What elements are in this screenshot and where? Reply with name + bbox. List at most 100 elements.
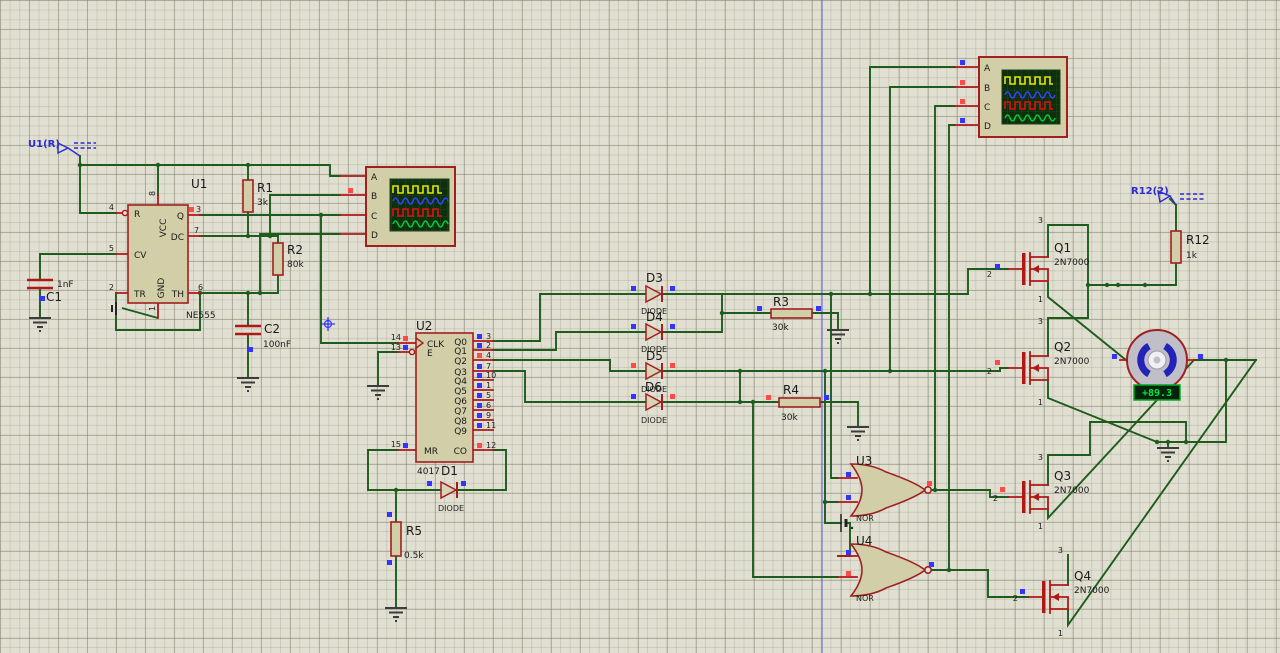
svg-text:U3: U3 <box>856 454 872 468</box>
probe-r12[interactable]: R12(2) <box>1131 186 1204 206</box>
svg-text:R12: R12 <box>1186 233 1210 247</box>
svg-text:100nF: 100nF <box>263 340 291 350</box>
svg-text:D: D <box>984 122 991 132</box>
oscilloscope-2[interactable]: A B C D <box>954 56 1068 138</box>
svg-text:NOR: NOR <box>856 514 874 523</box>
svg-text:3: 3 <box>1038 216 1043 225</box>
svg-text:1: 1 <box>1038 295 1043 304</box>
logic-state-square <box>189 207 194 212</box>
svg-text:R4: R4 <box>783 383 799 397</box>
resistor-r2[interactable]: R2 80k <box>272 242 304 276</box>
svg-text:TR: TR <box>133 290 146 300</box>
logic-state-square <box>40 296 45 301</box>
svg-text:B: B <box>371 192 377 202</box>
svg-text:GND: GND <box>157 278 167 299</box>
svg-text:D5: D5 <box>646 349 663 363</box>
svg-text:R2: R2 <box>287 243 303 257</box>
mosfet-q4[interactable]: Q4 2N7000 3 2 1 <box>1013 546 1110 638</box>
resistor-r12[interactable]: R12 1k <box>1170 230 1210 264</box>
svg-text:E: E <box>427 349 433 359</box>
svg-text:5: 5 <box>486 391 491 400</box>
svg-text:13: 13 <box>391 343 401 352</box>
svg-text:7: 7 <box>486 362 491 371</box>
svg-text:0.5k: 0.5k <box>404 551 424 561</box>
svg-text:3k: 3k <box>257 198 269 208</box>
svg-text:1k: 1k <box>1186 251 1198 261</box>
svg-text:1: 1 <box>1038 522 1043 531</box>
origin-marker-icon <box>321 317 335 331</box>
svg-text:7: 7 <box>194 226 199 235</box>
svg-text:Q2: Q2 <box>454 357 467 367</box>
svg-text:A: A <box>984 64 991 74</box>
svg-text:11: 11 <box>486 421 496 430</box>
resistor-r5[interactable]: R5 0.5k <box>387 512 424 565</box>
svg-text:R3: R3 <box>773 295 789 309</box>
svg-text:TH: TH <box>171 290 184 300</box>
mosfet-q3[interactable]: Q3 2N7000 3 2 1 <box>993 453 1090 531</box>
svg-text:1nF: 1nF <box>57 280 74 290</box>
svg-text:D1: D1 <box>441 464 458 478</box>
svg-text:4: 4 <box>109 203 114 212</box>
svg-text:14: 14 <box>391 333 401 342</box>
ic-u2-4017[interactable]: U2 4017 CLK E MR 14 13 15 Q0 Q1 Q2 Q3 Q4… <box>391 319 496 477</box>
svg-text:A: A <box>371 173 378 183</box>
probe-label: R12(2) <box>1131 186 1169 197</box>
svg-text:Q1: Q1 <box>1054 241 1071 255</box>
svg-text:2N7000: 2N7000 <box>1054 258 1090 268</box>
svg-text:Q5: Q5 <box>454 387 467 397</box>
logic-state-square <box>248 347 253 352</box>
resistor-r1[interactable]: R1 3k <box>242 179 273 213</box>
gate-u3-nor[interactable]: U3 NOR <box>837 454 932 523</box>
svg-text:4017: 4017 <box>417 467 440 477</box>
svg-text:4: 4 <box>486 351 491 360</box>
svg-text:1: 1 <box>148 306 157 311</box>
ground-symbols <box>29 317 1179 622</box>
svg-text:D6: D6 <box>645 380 662 394</box>
svg-text:DC: DC <box>171 233 184 243</box>
rpm-value: +89.3 <box>1142 388 1172 399</box>
logic-state-square <box>348 188 353 193</box>
svg-text:Q9: Q9 <box>454 427 467 437</box>
svg-text:6: 6 <box>486 401 491 410</box>
svg-text:Q1: Q1 <box>454 347 467 357</box>
logic-state-square <box>960 80 965 85</box>
svg-text:Q6: Q6 <box>454 397 467 407</box>
svg-text:C1: C1 <box>46 290 62 304</box>
svg-text:80k: 80k <box>287 260 304 270</box>
resistor-r4[interactable]: R4 30k <box>766 383 829 423</box>
svg-text:CO: CO <box>454 447 467 457</box>
resistor-r3[interactable]: R3 30k <box>757 295 821 333</box>
svg-text:9: 9 <box>486 411 491 420</box>
part-label: NE555 <box>186 311 216 321</box>
svg-text:2: 2 <box>486 341 491 350</box>
svg-text:R5: R5 <box>406 524 422 538</box>
mosfet-q1[interactable]: Q1 2N7000 3 2 1 <box>987 216 1090 304</box>
capacitor-c1[interactable]: 1nF C1 <box>27 278 74 304</box>
mosfet-q2[interactable]: Q2 2N7000 3 2 1 <box>987 317 1090 407</box>
probe-u1r[interactable]: U1(R) <box>28 139 96 157</box>
svg-text:2N7000: 2N7000 <box>1054 486 1090 496</box>
svg-text:Q: Q <box>177 212 184 222</box>
svg-text:2: 2 <box>987 270 992 279</box>
logic-state-square <box>960 118 965 123</box>
svg-text:Q4: Q4 <box>1074 569 1091 583</box>
svg-text:B: B <box>984 84 990 94</box>
schematic-canvas: U1(R) R12(2) U1 NE555 R CV TR Q DC TH VC… <box>0 0 1280 653</box>
svg-text:3: 3 <box>486 332 491 341</box>
svg-text:3: 3 <box>1058 546 1063 555</box>
capacitor-c2[interactable]: C2 100nF <box>235 322 291 352</box>
svg-text:30k: 30k <box>772 323 789 333</box>
svg-text:R1: R1 <box>257 181 273 195</box>
svg-text:5: 5 <box>109 244 114 253</box>
oscilloscope-1[interactable]: A B C D <box>339 166 456 247</box>
svg-text:2N7000: 2N7000 <box>1054 357 1090 367</box>
probe-label: U1(R) <box>28 139 60 150</box>
svg-text:D: D <box>371 231 378 241</box>
svg-text:D3: D3 <box>646 271 663 285</box>
svg-text:DIODE: DIODE <box>438 504 464 513</box>
gate-u4-nor[interactable]: U4 NOR <box>837 534 934 603</box>
svg-text:2: 2 <box>987 367 992 376</box>
svg-text:1: 1 <box>486 381 491 390</box>
svg-text:U2: U2 <box>416 319 432 333</box>
ref-label: U1 <box>191 177 207 191</box>
